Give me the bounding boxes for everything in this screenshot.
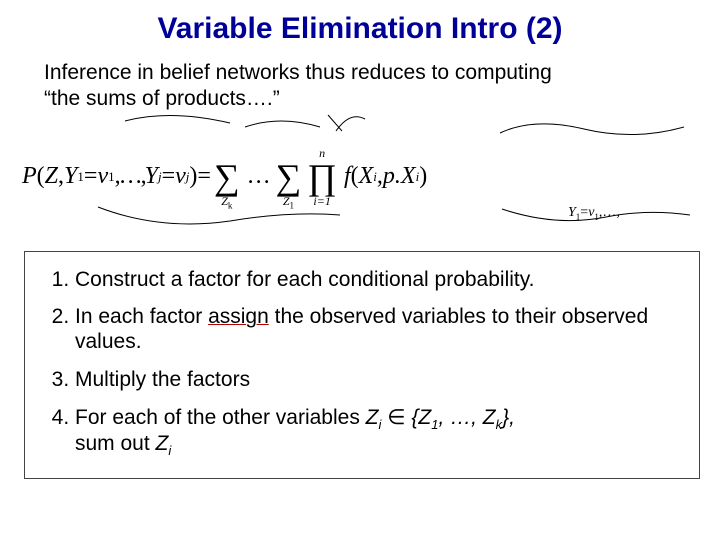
quote-open: “ [44,87,51,110]
quote-body: the sums of products…. [51,87,273,110]
step-1: Construct a factor for each conditional … [75,262,685,300]
sum-z1: ∑ Z1 [276,147,302,207]
quote-close: ” [273,87,280,110]
product: n ∏ i=1 [307,147,337,207]
step-3: Multiply the factors [75,362,685,400]
steps-list: Construct a factor for each conditional … [25,252,699,478]
step-4: For each of the other variables Zi ∈ {Z1… [75,400,685,466]
annotation-curve-bottom-left [90,203,350,235]
equation: P(Z,Y1 = v1,…,Yj = vj) = ∑ Zk … ∑ Z1 n ∏… [22,147,427,207]
slide-title: Variable Elimination Intro (2) [0,0,720,56]
steps-box: Construct a factor for each conditional … [24,251,700,479]
intro-text: Inference in belief networks thus reduce… [0,56,720,113]
intro-line1: Inference in belief networks thus reduce… [44,61,552,84]
annotation-curve-top-right [494,117,694,147]
equation-block: P(Z,Y1 = v1,…,Yj = vj) = ∑ Zk … ∑ Z1 n ∏… [20,113,700,251]
step-2: In each factor assign the observed varia… [75,299,685,362]
sum-zk: ∑ Zk [214,147,240,207]
annotation-curve-top [120,113,370,143]
side-constraint: Y1=v1,…, [568,205,620,222]
